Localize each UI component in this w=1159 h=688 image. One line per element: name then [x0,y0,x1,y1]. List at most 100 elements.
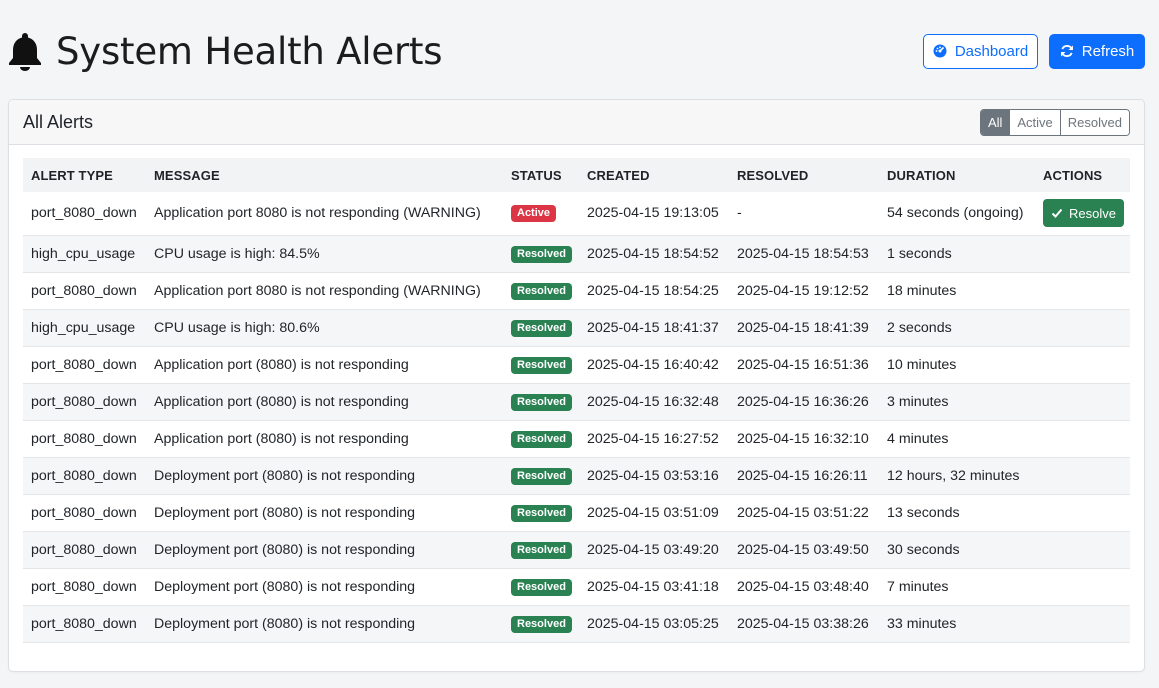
alert-type-cell: port_8080_down [31,615,137,632]
duration-cell: 10 minutes [887,356,957,373]
actions-cell [1035,383,1130,420]
status-badge: Resolved [511,615,572,633]
status-filter-group: All Active Resolved [979,108,1130,136]
bell-icon [8,31,42,71]
col-alert-type[interactable]: ALERT TYPE [23,158,146,192]
alerts-card: All Alerts All Active Resolved ALERT TYP… [8,99,1145,672]
refresh-button[interactable]: Refresh [1049,33,1145,69]
status-badge: Resolved [511,430,572,448]
actions-cell [1035,568,1130,605]
alert-type-cell: port_8080_down [31,282,137,299]
actions-cell [1035,309,1130,346]
alert-type-cell: port_8080_down [31,504,137,521]
status-cell: Resolved [503,420,579,457]
table-row: port_8080_down Application port (8080) is… [23,346,1130,383]
table-row: port_8080_down Application port 8080 is n… [23,272,1130,309]
actions-cell [1035,494,1130,531]
table-row: port_8080_down Application port 8080 is n… [23,192,1130,235]
header-actions: Dashboard Refresh [923,33,1145,69]
duration-cell: 12 hours, 32 minutes [887,467,1020,484]
resolved-cell: 2025-04-15 19:12:52 [737,282,869,299]
status-badge: Resolved [511,541,572,559]
actions-cell [1035,346,1130,383]
status-cell: Resolved [503,457,579,494]
message-cell: CPU usage is high: 80.6% [154,319,320,336]
resolved-cell: 2025-04-15 18:54:53 [737,245,869,262]
alert-type-cell: port_8080_down [31,205,137,222]
check-icon [1051,207,1063,219]
message-cell: Application port 8080 is not responding … [154,205,481,222]
alert-type-cell: high_cpu_usage [31,245,136,262]
status-badge: Resolved [511,504,572,522]
col-status[interactable]: STATUS [503,158,579,192]
col-created[interactable]: CREATED [579,158,729,192]
status-badge: Active [511,205,557,223]
status-badge: Resolved [511,282,572,300]
duration-cell: 13 seconds [887,504,960,521]
message-cell: Application port (8080) is not respondin… [154,430,409,447]
alert-type-cell: high_cpu_usage [31,319,136,336]
dashboard-label: Dashboard [954,42,1029,60]
created-cell: 2025-04-15 03:41:18 [587,578,719,595]
resolved-cell: 2025-04-15 16:26:11 [737,467,868,484]
message-cell: Application port 8080 is not responding … [154,282,481,299]
created-cell: 2025-04-15 18:54:52 [587,245,719,262]
message-cell: Application port (8080) is not respondin… [154,356,409,373]
status-cell: Resolved [503,309,579,346]
title-wrap: System Health Alerts [8,30,443,73]
message-cell: Deployment port (8080) is not responding [154,467,416,484]
resolved-cell: 2025-04-15 03:48:40 [737,578,869,595]
created-cell: 2025-04-15 19:13:05 [587,205,719,222]
duration-cell: 3 minutes [887,393,949,410]
created-cell: 2025-04-15 18:41:37 [587,319,719,336]
resolved-cell: 2025-04-15 16:36:26 [737,393,869,410]
message-cell: CPU usage is high: 84.5% [154,245,320,262]
refresh-icon [1060,44,1074,58]
col-resolved[interactable]: RESOLVED [729,158,879,192]
status-badge: Resolved [511,467,572,485]
filter-active-button[interactable]: Active [1009,109,1060,135]
status-cell: Resolved [503,383,579,420]
status-cell: Resolved [503,568,579,605]
table-body: port_8080_down Application port 8080 is n… [23,192,1130,642]
message-cell: Deployment port (8080) is not responding [154,615,416,632]
actions-cell [1035,272,1130,309]
filter-resolved-button[interactable]: Resolved [1059,109,1129,135]
duration-cell: 33 minutes [887,615,957,632]
created-cell: 2025-04-15 18:54:25 [587,282,719,299]
alert-type-cell: port_8080_down [31,356,137,373]
message-cell: Deployment port (8080) is not responding [154,578,416,595]
status-cell: Resolved [503,605,579,642]
table-row: port_8080_down Deployment port (8080) is … [23,568,1130,605]
actions-cell [1035,420,1130,457]
status-badge: Resolved [511,356,572,374]
dashboard-button[interactable]: Dashboard [923,33,1038,69]
refresh-label: Refresh [1081,42,1135,60]
col-message[interactable]: MESSAGE [146,158,503,192]
col-actions: ACTIONS [1043,167,1103,183]
card-header: All Alerts All Active Resolved [9,100,1144,145]
resolve-button[interactable]: Resolve [1043,199,1124,228]
alert-type-cell: port_8080_down [31,393,137,410]
duration-cell: 2 seconds [887,319,952,336]
created-cell: 2025-04-15 16:32:48 [587,393,719,410]
duration-cell: 4 minutes [887,430,949,447]
duration-cell: 1 seconds [887,245,952,262]
created-cell: 2025-04-15 03:49:20 [587,541,719,558]
resolved-cell: - [737,205,742,222]
status-badge: Resolved [511,393,572,411]
actions-cell [1035,605,1130,642]
alert-type-cell: port_8080_down [31,541,137,558]
col-duration[interactable]: DURATION [879,158,1035,192]
table-row: high_cpu_usage CPU usage is high: 84.5% Re… [23,235,1130,272]
status-cell: Resolved [503,272,579,309]
resolved-cell: 2025-04-15 03:51:22 [737,504,869,521]
status-cell: Resolved [503,346,579,383]
resolved-cell: 2025-04-15 03:49:50 [737,541,869,558]
created-cell: 2025-04-15 16:27:52 [587,430,719,447]
status-badge: Resolved [511,245,572,263]
actions-cell [1035,235,1130,272]
status-badge: Resolved [511,578,572,596]
table-row: port_8080_down Deployment port (8080) is … [23,457,1130,494]
filter-all-button[interactable]: All [980,109,1010,135]
